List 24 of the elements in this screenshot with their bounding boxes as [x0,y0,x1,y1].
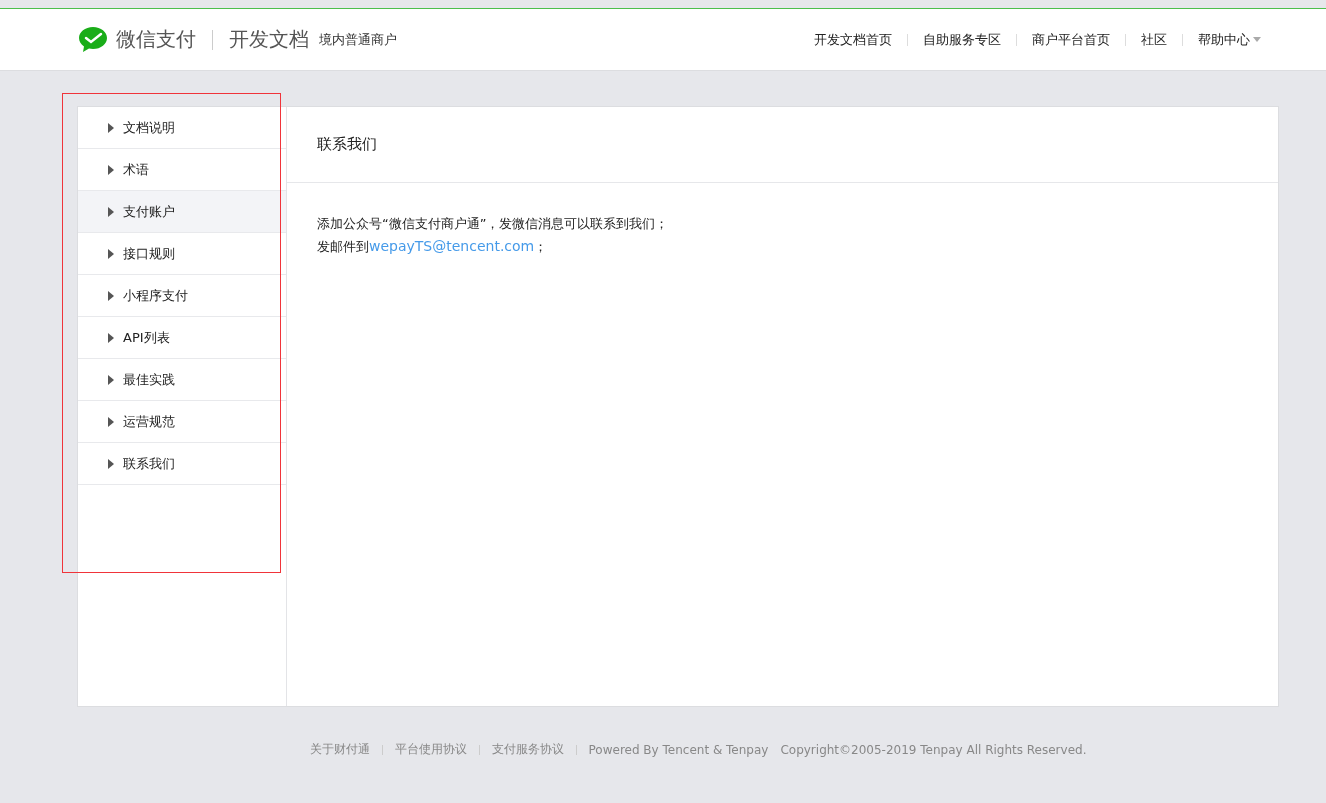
nav-link[interactable]: 帮助中心 [1183,30,1276,49]
paragraph: 发邮件到wepayTS@tencent.com； [317,237,549,256]
triangle-icon [108,374,114,385]
triangle-icon [108,206,114,217]
logo-icon [78,26,108,53]
nav-link[interactable]: 社区 [1126,30,1182,49]
nav-link[interactable]: 开发文档首页 [799,30,907,49]
triangle-icon [108,290,114,301]
product-subtitle: 境内普通商户 [319,30,397,49]
triangle-icon [108,332,114,343]
triangle-icon [108,122,114,133]
triangle-icon [108,248,114,259]
page-title: 联系我们 [287,107,1278,183]
triangle-icon [108,164,114,175]
triangle-icon [108,458,114,469]
brand-name: 微信支付 [116,26,196,53]
triangle-icon [108,416,114,427]
product-name: 开发文档 [229,26,309,53]
nav-link[interactable]: 商户平台首页 [1017,30,1125,49]
paragraph: 添加公众号“微信支付商户通”，发微信消息可以联系到我们； [317,215,670,233]
nav-link[interactable]: 自助服务专区 [908,30,1016,49]
sidebar-item[interactable]: 支付账户 [78,191,286,233]
copyright-text: Copyright©2005-2019 Tenpay All Rights Reserved. [780,742,1087,757]
caret-icon [1253,37,1261,42]
